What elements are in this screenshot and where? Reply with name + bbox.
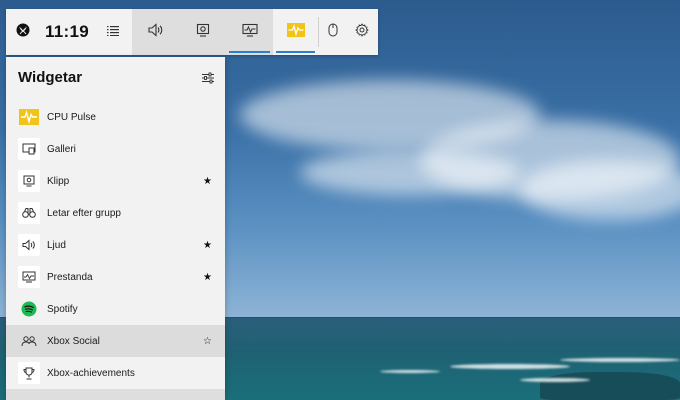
list-item-audio[interactable]: Ljud ★ [6,229,225,261]
list-item-gallery[interactable]: Galleri [6,133,225,165]
capture-icon [18,170,40,192]
list-item-clips[interactable]: Klipp ★ [6,165,225,197]
panel-footer [6,389,225,400]
list-item-label: Letar efter grupp [47,207,121,219]
binoculars-icon [18,202,40,224]
widget-menu-icon [107,23,119,41]
list-item-xbox-achievements[interactable]: Xbox-achievements [6,357,225,389]
capture-icon [196,23,210,42]
list-item-spotify[interactable]: Spotify [6,293,225,325]
list-item-xbox-social[interactable]: Xbox Social ☆ [6,325,225,357]
list-item-label: Xbox Social [47,335,100,347]
list-item-lfg[interactable]: Letar efter grupp [6,197,225,229]
wave-foam [450,364,570,369]
cpu-pulse-icon [18,106,40,128]
performance-widget-button[interactable] [226,9,273,55]
list-item-label: Galleri [47,143,76,155]
cloud [300,150,520,195]
list-item-label: Klipp [47,175,70,187]
audio-widget-button[interactable] [132,9,179,55]
favorite-star-icon[interactable]: ★ [203,272,212,283]
widget-button-group [132,9,273,55]
mouse-button[interactable] [319,9,347,55]
xbox-button[interactable] [6,9,40,55]
game-bar: 11:19 [6,9,378,55]
widget-list: CPU Pulse Galleri Klipp ★ Letar efter gr… [6,101,225,389]
wave-foam [380,370,440,373]
performance-monitor-icon [18,266,40,288]
widget-menu-button[interactable] [94,9,132,55]
wave-foam [560,358,680,362]
cpu-pulse-icon [286,22,305,42]
settings-button[interactable] [347,9,377,55]
list-item-performance[interactable]: Prestanda ★ [6,261,225,293]
list-item-label: Ljud [47,239,66,251]
sliders-icon [202,71,214,88]
favorite-star-icon[interactable]: ★ [203,240,212,251]
capture-widget-button[interactable] [179,9,226,55]
favorite-star-icon[interactable]: ★ [203,176,212,187]
performance-monitor-icon [241,23,258,42]
speaker-icon [147,22,164,42]
list-item-label: Prestanda [47,271,93,283]
widget-panel: Widgetar CPU Pulse Galleri Klipp ★ Letar… [6,57,225,400]
xbox-logo-icon [16,23,30,42]
people-icon [18,330,40,352]
panel-title: Widgetar [18,69,83,86]
cpu-pulse-widget-button[interactable] [273,9,318,55]
speaker-icon [18,234,40,256]
list-item-label: Spotify [47,303,78,315]
rock [540,372,680,400]
list-item-label: Xbox-achievements [47,367,135,379]
mouse-icon [328,23,338,42]
gear-icon [355,22,369,42]
list-item-label: CPU Pulse [47,111,96,123]
favorite-star-icon[interactable]: ☆ [203,336,212,347]
panel-settings-button[interactable] [202,71,216,85]
trophy-icon [18,362,40,384]
gallery-icon [18,138,40,160]
wave-foam [520,378,590,382]
spotify-icon [18,298,40,320]
clock: 11:19 [44,22,90,41]
list-item-cpu-pulse[interactable]: CPU Pulse [6,101,225,133]
